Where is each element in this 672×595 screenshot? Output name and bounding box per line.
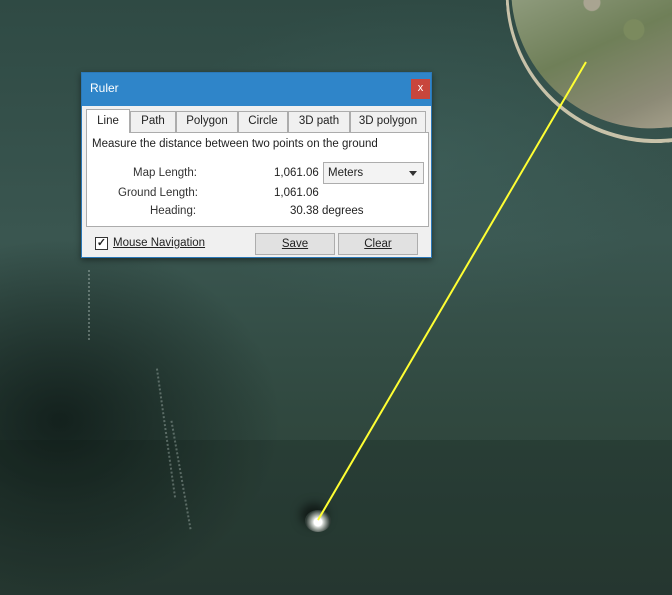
unit-select-value: Meters [328,167,364,179]
dialog-titlebar[interactable]: Ruler x [82,73,431,106]
tab-polygon[interactable]: Polygon [176,111,238,132]
tab-path[interactable]: Path [130,111,176,132]
tab-bar: Line Path Polygon Circle 3D path 3D poly… [86,109,428,133]
mouse-navigation-label[interactable]: Mouse Navigation [113,237,205,249]
ground-length-label: Ground Length: [118,187,198,199]
map-length-value: 1,061.06 [274,167,319,179]
mouse-navigation-checkbox[interactable]: ✓ [95,237,108,250]
tab-circle[interactable]: Circle [238,111,288,132]
save-button-label: Save [281,238,309,250]
heading-value: 30.38 degrees [290,205,364,217]
line-tab-panel: Measure the distance between two points … [86,132,429,227]
map-length-label: Map Length: [133,167,197,179]
clear-button[interactable]: Clear [338,233,418,255]
tab-3d-polygon[interactable]: 3D polygon [350,111,426,132]
close-icon: x [417,82,424,94]
tab-description: Measure the distance between two points … [92,138,378,150]
ground-length-value: 1,061.06 [274,187,319,199]
tab-3d-path[interactable]: 3D path [288,111,350,132]
ruler-dialog: Ruler x Line Path Polygon Circle 3D path… [81,72,432,258]
close-button[interactable]: x [411,79,430,99]
tab-line[interactable]: Line [86,109,130,133]
clear-button-label: Clear [364,238,392,250]
chevron-down-icon [409,171,417,176]
heading-label: Heading: [150,205,197,217]
save-button[interactable]: Save [255,233,335,255]
dialog-title: Ruler [90,81,119,95]
unit-select[interactable]: Meters [323,162,424,184]
